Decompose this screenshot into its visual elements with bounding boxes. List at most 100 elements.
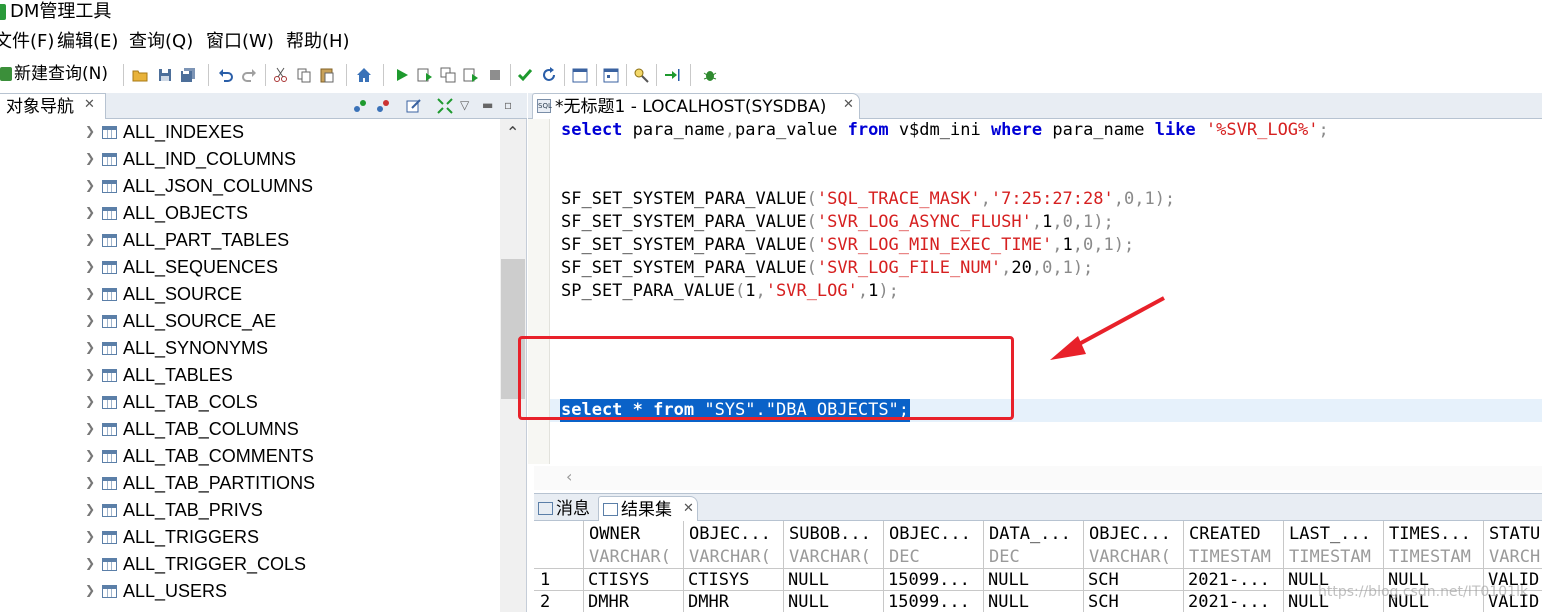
open-folder-icon[interactable]: [132, 67, 148, 83]
undo-icon[interactable]: [218, 67, 234, 83]
copy-icon[interactable]: [296, 67, 312, 83]
commit-icon[interactable]: [517, 67, 533, 83]
home-icon[interactable]: [356, 67, 372, 83]
tree-item[interactable]: ❯ ALL_SOURCE_AE: [85, 308, 485, 335]
tree-item[interactable]: ❯ ALL_TAB_PRIVS: [85, 497, 485, 524]
rollback-icon[interactable]: [541, 67, 557, 83]
table-cell[interactable]: DMHR: [684, 591, 784, 612]
chevron-right-icon[interactable]: ❯: [85, 232, 95, 246]
tree-item[interactable]: ❯ ALL_JSON_COLUMNS: [85, 173, 485, 200]
new-query-button[interactable]: 新建查询(N): [0, 63, 108, 85]
table-cell[interactable]: 15099...: [884, 591, 984, 612]
tree-item[interactable]: ❯ ALL_USERS: [85, 578, 485, 605]
explain-icon[interactable]: [463, 67, 479, 83]
chevron-right-icon[interactable]: ❯: [85, 124, 95, 138]
column-header[interactable]: OBJEC... DEC: [884, 521, 984, 569]
chevron-right-icon[interactable]: ❯: [85, 340, 95, 354]
chevron-right-icon[interactable]: ❯: [85, 394, 95, 408]
selected-sql-statement[interactable]: select * from "SYS"."DBA_OBJECTS";: [560, 399, 911, 422]
tree-item[interactable]: ❯ ALL_TRIGGER_COLS: [85, 551, 485, 578]
minimize-icon[interactable]: ▬: [482, 98, 498, 114]
table-cell[interactable]: 2021-...: [1184, 591, 1284, 612]
column-header[interactable]: OBJEC... VARCHAR(: [684, 521, 784, 569]
scrollbar-thumb[interactable]: [501, 259, 525, 399]
tree-item[interactable]: ❯ ALL_SYNONYMS: [85, 335, 485, 362]
editor-horizontal-scrollbar[interactable]: ‹: [534, 466, 1542, 490]
chevron-right-icon[interactable]: ❯: [85, 448, 95, 462]
menu-window[interactable]: 窗口(W): [206, 31, 274, 53]
disconnect-icon[interactable]: [375, 98, 391, 114]
tab-result-set[interactable]: 结果集 ✕: [598, 496, 698, 522]
chevron-right-icon[interactable]: ❯: [85, 367, 95, 381]
tree-item[interactable]: ❯ ALL_SEQUENCES: [85, 254, 485, 281]
column-header[interactable]: OWNER VARCHAR(: [584, 521, 684, 569]
calendar-icon[interactable]: [603, 67, 619, 83]
tab-untitled-query[interactable]: SQL *无标题1 - LOCALHOST(SYSDBA) ✕: [532, 93, 860, 119]
row-number[interactable]: 2: [534, 591, 584, 612]
find-icon[interactable]: [633, 67, 649, 83]
save-icon[interactable]: [157, 67, 173, 83]
table-cell[interactable]: NULL: [984, 569, 1084, 591]
maximize-icon[interactable]: ▫: [504, 98, 520, 114]
chevron-right-icon[interactable]: ❯: [85, 178, 95, 192]
tree-item[interactable]: ❯ ALL_TRIGGERS: [85, 524, 485, 551]
row-number[interactable]: 1: [534, 569, 584, 591]
chevron-right-icon[interactable]: ❯: [85, 313, 95, 327]
scroll-up-icon[interactable]: ⌃: [506, 123, 519, 142]
execute-script-icon[interactable]: [440, 67, 456, 83]
chevron-right-icon[interactable]: ❯: [85, 502, 95, 516]
chevron-right-icon[interactable]: ❯: [85, 556, 95, 570]
tab-object-navigator[interactable]: 对象导航 ✕: [0, 93, 106, 119]
close-icon[interactable]: ✕: [683, 501, 694, 516]
tree-item[interactable]: ❯ ALL_PART_TABLES: [85, 227, 485, 254]
paste-icon[interactable]: [319, 67, 335, 83]
scroll-left-icon[interactable]: ‹: [566, 467, 572, 486]
chevron-right-icon[interactable]: ❯: [85, 583, 95, 597]
chevron-down-icon[interactable]: ▽: [460, 98, 476, 114]
table-cell[interactable]: SCH: [1084, 569, 1184, 591]
execute-step-icon[interactable]: [417, 67, 433, 83]
tree-item[interactable]: ❯ ALL_TAB_PARTITIONS: [85, 470, 485, 497]
menu-help[interactable]: 帮助(H): [286, 31, 350, 53]
chevron-right-icon[interactable]: ❯: [85, 286, 95, 300]
save-all-icon[interactable]: [180, 67, 196, 83]
sql-code-area[interactable]: select para_name,para_value from v$dm_in…: [550, 119, 1542, 464]
tree-item[interactable]: ❯ ALL_IND_COLUMNS: [85, 146, 485, 173]
table-cell[interactable]: 15099...: [884, 569, 984, 591]
table-cell[interactable]: SCH: [1084, 591, 1184, 612]
table-cell[interactable]: CTISYS: [584, 569, 684, 591]
stop-icon[interactable]: [487, 67, 503, 83]
tree-item[interactable]: ❯ ALL_OBJECTS: [85, 200, 485, 227]
tree-item[interactable]: ❯ ALL_INDEXES: [85, 119, 485, 146]
column-header[interactable]: STATU VARCH: [1484, 521, 1542, 569]
expand-all-icon[interactable]: [437, 98, 453, 114]
table-cell[interactable]: NULL: [984, 591, 1084, 612]
table-cell[interactable]: 2021-...: [1184, 569, 1284, 591]
connect-icon[interactable]: [352, 98, 368, 114]
chevron-right-icon[interactable]: ❯: [85, 205, 95, 219]
column-header[interactable]: CREATED TIMESTAM: [1184, 521, 1284, 569]
column-header[interactable]: LAST_... TIMESTAM: [1284, 521, 1384, 569]
tree-item[interactable]: ❯ ALL_TAB_COLUMNS: [85, 416, 485, 443]
redo-icon[interactable]: [241, 67, 257, 83]
column-header[interactable]: DATA_... DEC: [984, 521, 1084, 569]
debug-bug-icon[interactable]: [702, 67, 718, 83]
tree-item[interactable]: ❯ ALL_SOURCE: [85, 281, 485, 308]
navigator-scrollbar[interactable]: ⌃: [500, 119, 526, 612]
menu-edit[interactable]: 编辑(E): [57, 31, 118, 53]
column-header[interactable]: TIMES... TIMESTAM: [1384, 521, 1484, 569]
execute-icon[interactable]: [394, 67, 410, 83]
edit-icon[interactable]: [406, 98, 422, 114]
chevron-right-icon[interactable]: ❯: [85, 259, 95, 273]
table-cell[interactable]: NULL: [784, 569, 884, 591]
chevron-right-icon[interactable]: ❯: [85, 529, 95, 543]
tree-item[interactable]: ❯ ALL_TAB_COLS: [85, 389, 485, 416]
column-header[interactable]: OBJEC... VARCHAR(: [1084, 521, 1184, 569]
table-cell[interactable]: DMHR: [584, 591, 684, 612]
menu-query[interactable]: 查询(Q): [129, 31, 193, 53]
close-icon[interactable]: ✕: [84, 97, 95, 112]
table-cell[interactable]: NULL: [784, 591, 884, 612]
tree-item[interactable]: ❯ ALL_TAB_COMMENTS: [85, 443, 485, 470]
cut-icon[interactable]: [273, 67, 289, 83]
chevron-right-icon[interactable]: ❯: [85, 421, 95, 435]
